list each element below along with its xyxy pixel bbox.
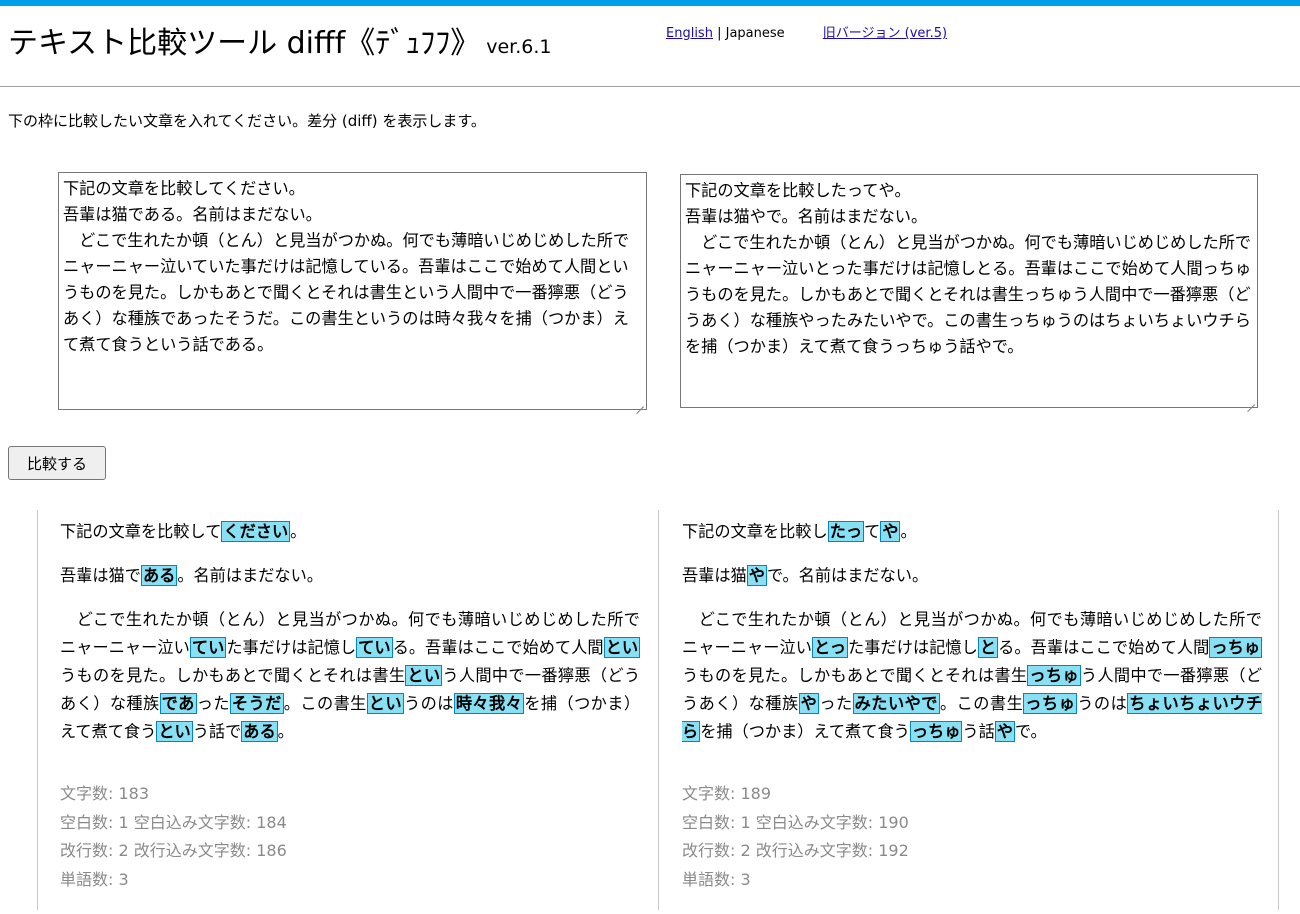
- top-accent-bar: [0, 0, 1300, 6]
- result-line-1: 下記の文章を比較し たってや。: [682, 518, 917, 546]
- header-divider: [0, 86, 1300, 87]
- diff-text: った: [819, 694, 853, 713]
- compare-button[interactable]: 比較する: [8, 446, 106, 480]
- diff-text: る。吾輩はここで始めて人間: [392, 638, 604, 657]
- result-line-1: 下記の文章を比較して ください。: [60, 518, 306, 546]
- diff-highlight: っちゅ: [909, 721, 963, 742]
- space-count: 空白数: 1 空白込み文字数: 184: [60, 812, 287, 832]
- word-count: 単語数: 3: [60, 869, 129, 889]
- char-count: 文字数: 183: [60, 784, 150, 803]
- diff-text: う話で: [192, 722, 242, 741]
- lang-separator: |: [717, 26, 722, 41]
- word-count: 単語数: 3: [682, 869, 751, 889]
- old-version-link[interactable]: 旧バージョン (ver.5): [823, 26, 947, 41]
- diff-highlight: っちゅ: [1023, 693, 1078, 714]
- diff-text: う話: [962, 722, 995, 741]
- diff-highlight: や: [798, 693, 820, 714]
- result-line-2: 吾輩は猫で ある 。名前はまだない。: [60, 562, 323, 590]
- diff-text: 吾輩は猫で: [60, 566, 141, 585]
- diff-text: 。: [277, 722, 294, 741]
- result-divider-left: [37, 510, 38, 910]
- result-paragraph: どこで生れたか頓（とん）と見当がつかぬ。何でも薄暗いじめじめした所でニャーニャー…: [682, 606, 1263, 746]
- diff-highlight: てい: [189, 637, 227, 658]
- version-label: ver.6.1: [486, 36, 552, 58]
- newline-count: 改行数: 2 改行込み文字数: 192: [682, 841, 909, 860]
- diff-highlight: や: [994, 721, 1015, 742]
- stats-block: 文字数: 189 空白数: 1 空白込み文字数: 190 改行数: 2 改行込み…: [682, 780, 909, 894]
- diff-highlight: ある: [241, 721, 278, 742]
- diff-highlight: 時々我々: [453, 693, 525, 714]
- diff-text: 。この書生: [939, 694, 1024, 713]
- diff-highlight: や: [746, 565, 767, 586]
- stats-block: 文字数: 183 空白数: 1 空白込み文字数: 184 改行数: 2 改行込み…: [60, 780, 287, 894]
- diff-highlight: であ: [159, 693, 197, 714]
- right-text-input[interactable]: [680, 174, 1258, 408]
- diff-highlight: ください: [221, 521, 291, 542]
- diff-highlight: とい: [366, 693, 404, 714]
- diff-text: 吾輩は猫: [682, 566, 747, 585]
- diff-highlight: とっ: [811, 637, 848, 658]
- language-nav: English | Japanese 旧バージョン (ver.5): [666, 22, 947, 41]
- intro-text: 下の枠に比較したい文章を入れてください。差分 (diff) を表示します。: [8, 112, 486, 130]
- result-divider-right: [1278, 510, 1279, 910]
- diff-text: た事だけは記憶し: [847, 638, 978, 657]
- diff-highlight: そうだ: [229, 693, 284, 714]
- diff-highlight: と: [977, 637, 999, 658]
- diff-text: うものを見た。しかもあとで聞くとそれは書生: [682, 666, 1028, 685]
- diff-text: で。名前はまだない。: [766, 566, 929, 585]
- diff-highlight: みたいやで: [852, 693, 940, 714]
- diff-text: て: [864, 522, 881, 541]
- page-title: テキスト比較ツール difff《ﾃﾞｭﾌﾌ》 ver.6.1: [8, 22, 552, 69]
- diff-highlight: っちゅ: [1027, 665, 1081, 686]
- diff-text: 下記の文章を比較し: [682, 522, 828, 541]
- diff-text: うのは: [404, 694, 454, 713]
- diff-highlight: たっ: [827, 521, 865, 542]
- diff-text: を捕（つかま）えて煮て食う: [700, 722, 910, 741]
- left-text-input[interactable]: [58, 172, 647, 410]
- resize-grip-icon[interactable]: [1245, 395, 1255, 405]
- english-link[interactable]: English: [666, 26, 713, 41]
- title-text: テキスト比較ツール difff《ﾃﾞｭﾌﾌ》: [8, 26, 481, 61]
- result-line-2: 吾輩は猫やで。名前はまだない。: [682, 562, 928, 590]
- newline-count: 改行数: 2 改行込み文字数: 186: [60, 841, 287, 860]
- diff-highlight: とい: [156, 721, 193, 742]
- diff-highlight: てい: [356, 637, 393, 658]
- diff-highlight: っちゅ: [1209, 637, 1263, 658]
- space-count: 空白数: 1 空白込み文字数: 190: [682, 812, 909, 832]
- diff-text: 。この書生: [283, 694, 367, 713]
- diff-text: で。: [1014, 722, 1047, 741]
- diff-text: る。吾輩はここで始めて人間: [998, 638, 1210, 657]
- diff-highlight: ある: [140, 565, 178, 586]
- diff-text: 。: [290, 522, 307, 541]
- result-divider-center: [658, 510, 659, 910]
- char-count: 文字数: 189: [682, 784, 772, 803]
- diff-highlight: とい: [603, 637, 641, 658]
- japanese-label: Japanese: [725, 26, 785, 41]
- diff-text: 下記の文章を比較して: [60, 522, 222, 541]
- diff-text: た事だけは記憶し: [226, 638, 357, 657]
- diff-text: うのは: [1077, 694, 1128, 713]
- diff-highlight: や: [880, 521, 901, 542]
- resize-grip-icon[interactable]: [634, 397, 644, 407]
- diff-highlight: とい: [405, 665, 443, 686]
- diff-text: った: [196, 694, 230, 713]
- diff-text: うものを見た。しかもあとで聞くとそれは書生: [60, 666, 406, 685]
- diff-text: 。: [900, 522, 917, 541]
- result-paragraph: どこで生れたか頓（とん）と見当がつかぬ。何でも薄暗いじめじめした所でニャーニャー…: [60, 606, 640, 746]
- diff-text: 。名前はまだない。: [177, 566, 323, 585]
